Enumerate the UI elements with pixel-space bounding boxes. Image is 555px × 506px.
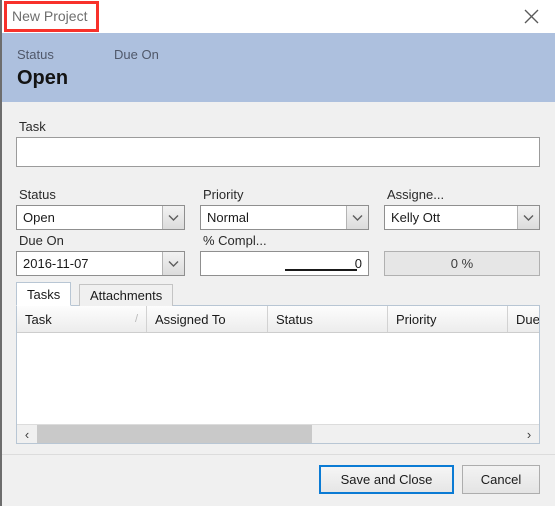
- status-dropdown-value: Open: [23, 210, 55, 225]
- close-icon: [524, 9, 539, 24]
- grid-column-assigned-to[interactable]: Assigned To: [147, 306, 268, 332]
- task-input[interactable]: [16, 137, 540, 167]
- grid-column-due-label: Due (: [516, 311, 540, 327]
- cancel-button[interactable]: Cancel: [462, 465, 540, 494]
- grid-column-assigned-to-label: Assigned To: [155, 311, 226, 327]
- percent-complete-selection-underline: [285, 269, 357, 271]
- banner-due-on-label: Due On: [114, 47, 159, 62]
- percent-complete-display-value: 0 %: [450, 256, 474, 271]
- priority-label: Priority: [203, 187, 244, 202]
- status-label: Status: [19, 187, 56, 202]
- banner-status-label: Status: [17, 47, 54, 62]
- grid-horizontal-scrollbar[interactable]: ‹ ›: [17, 424, 539, 443]
- chevron-down-icon[interactable]: [162, 206, 184, 229]
- tab-attachments-label: Attachments: [90, 288, 163, 303]
- grid-column-priority[interactable]: Priority: [388, 306, 508, 332]
- new-project-dialog: New Project Status Due On Open Task Stat…: [0, 0, 555, 506]
- assignee-dropdown-value: Kelly Ott: [391, 210, 441, 225]
- close-button[interactable]: [511, 3, 551, 30]
- chevron-down-icon[interactable]: [162, 252, 184, 275]
- grid-column-status[interactable]: Status: [268, 306, 388, 332]
- due-on-datepicker[interactable]: 2016-11-07: [16, 251, 185, 276]
- tab-tasks-label: Tasks: [27, 286, 61, 302]
- scrollbar-thumb[interactable]: [37, 424, 312, 443]
- window-tab-new-project[interactable]: New Project: [4, 1, 99, 31]
- priority-dropdown-value: Normal: [207, 210, 249, 225]
- tab-attachments[interactable]: Attachments: [79, 284, 174, 306]
- percent-complete-label: % Compl...: [203, 233, 267, 248]
- priority-dropdown[interactable]: Normal: [200, 205, 369, 230]
- cancel-label: Cancel: [480, 472, 522, 487]
- grid-body-empty: [17, 333, 539, 422]
- tab-strip: Attachments Tasks: [16, 282, 540, 306]
- banner-status-value: Open: [17, 67, 69, 89]
- tab-tasks[interactable]: Tasks: [16, 282, 72, 306]
- chevron-down-icon[interactable]: [517, 206, 539, 229]
- grid-column-task[interactable]: Task /: [17, 306, 147, 332]
- sort-ascending-icon: /: [134, 313, 138, 325]
- percent-complete-readonly-display: 0 %: [384, 251, 540, 276]
- grid-column-priority-label: Priority: [396, 311, 437, 327]
- summary-banner: Status Due On Open: [2, 33, 555, 102]
- task-label: Task: [19, 119, 46, 134]
- due-on-label: Due On: [19, 233, 64, 248]
- grid-column-due[interactable]: Due (: [508, 306, 540, 332]
- percent-complete-input[interactable]: 0: [200, 251, 369, 276]
- title-bar: New Project: [2, 0, 555, 33]
- chevron-down-icon[interactable]: [346, 206, 368, 229]
- grid-header-row: Task / Assigned To Status Priority Due (: [17, 306, 539, 333]
- dialog-body: Task Status Open Priority Normal Assigne…: [2, 102, 555, 506]
- window-title-label: New Project: [12, 8, 88, 24]
- due-on-value: 2016-11-07: [23, 256, 89, 271]
- assignee-dropdown[interactable]: Kelly Ott: [384, 205, 540, 230]
- save-and-close-label: Save and Close: [340, 472, 433, 487]
- scroll-right-icon[interactable]: ›: [519, 424, 539, 443]
- save-and-close-button[interactable]: Save and Close: [319, 465, 454, 494]
- assignee-label: Assigne...: [387, 187, 445, 202]
- scroll-left-icon[interactable]: ‹: [17, 424, 37, 443]
- banner-label-row: Status Due On: [17, 47, 159, 62]
- status-dropdown[interactable]: Open: [16, 205, 185, 230]
- grid-column-status-label: Status: [276, 311, 313, 327]
- footer-divider: [2, 454, 555, 455]
- tasks-grid: Task / Assigned To Status Priority Due (: [16, 305, 540, 444]
- grid-column-task-label: Task: [25, 311, 52, 327]
- scrollbar-track[interactable]: [37, 424, 519, 443]
